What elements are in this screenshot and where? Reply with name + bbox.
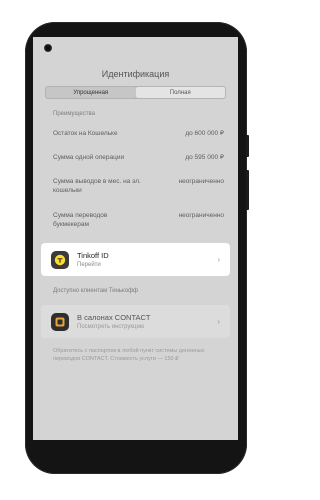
volume-button (246, 170, 249, 210)
tab-simplified[interactable]: Упрощенная (46, 87, 136, 98)
advantages-label: Преимущества (53, 111, 95, 117)
chevron-right-icon: › (217, 317, 220, 326)
contact-title: В салонах CONTACT (77, 313, 151, 322)
tinkoff-id-subtitle: Перейти (77, 262, 101, 268)
tab-full[interactable]: Полная (135, 87, 225, 98)
tinkoff-logo-icon (51, 250, 69, 269)
limit-label: Сумма переводов букмекерам (53, 212, 108, 228)
limit-label: Остаток на Кошельке (53, 130, 118, 137)
limit-row-single-operation: Сумма одной операции до 595 000 ₽ (53, 153, 224, 162)
limit-label: Сумма одной операции (53, 154, 125, 161)
front-camera-icon (44, 44, 52, 52)
limit-value: до 600 000 ₽ (185, 130, 224, 137)
page-title: Идентификация (101, 69, 170, 79)
contact-subtitle: Посмотреть инструкцию (77, 324, 145, 330)
tinkoff-id-title: Tinkoff ID (77, 251, 109, 260)
limit-row-bookmakers: Сумма переводов букмекерам неограниченно (53, 211, 224, 229)
limit-label: Сумма выводов в мес. на эл. кошельки (53, 178, 141, 194)
app-screen: Идентификация Упрощенная Полная Преимуще… (33, 37, 238, 440)
limit-value: неограниченно (178, 178, 224, 185)
identification-type-segmented-control: Упрощенная Полная (45, 86, 226, 99)
limit-row-wallet-balance: Остаток на Кошельке до 600 000 ₽ (53, 129, 224, 138)
contact-logo-icon (51, 312, 69, 331)
chevron-right-icon: › (217, 255, 220, 264)
available-label: Доступно клиентам Тинькофф (53, 288, 138, 294)
power-button (246, 135, 249, 157)
contact-note: Обратитесь с паспортом в любой пункт сис… (53, 348, 205, 362)
limit-value: неограниченно (178, 212, 224, 219)
contact-salons-button[interactable]: В салонах CONTACT Посмотреть инструкцию … (41, 305, 230, 338)
tinkoff-id-button[interactable]: Tinkoff ID Перейти › (41, 243, 230, 276)
limit-value: до 595 000 ₽ (185, 154, 224, 161)
limit-row-withdrawals: Сумма выводов в мес. на эл. кошельки нео… (53, 177, 224, 195)
